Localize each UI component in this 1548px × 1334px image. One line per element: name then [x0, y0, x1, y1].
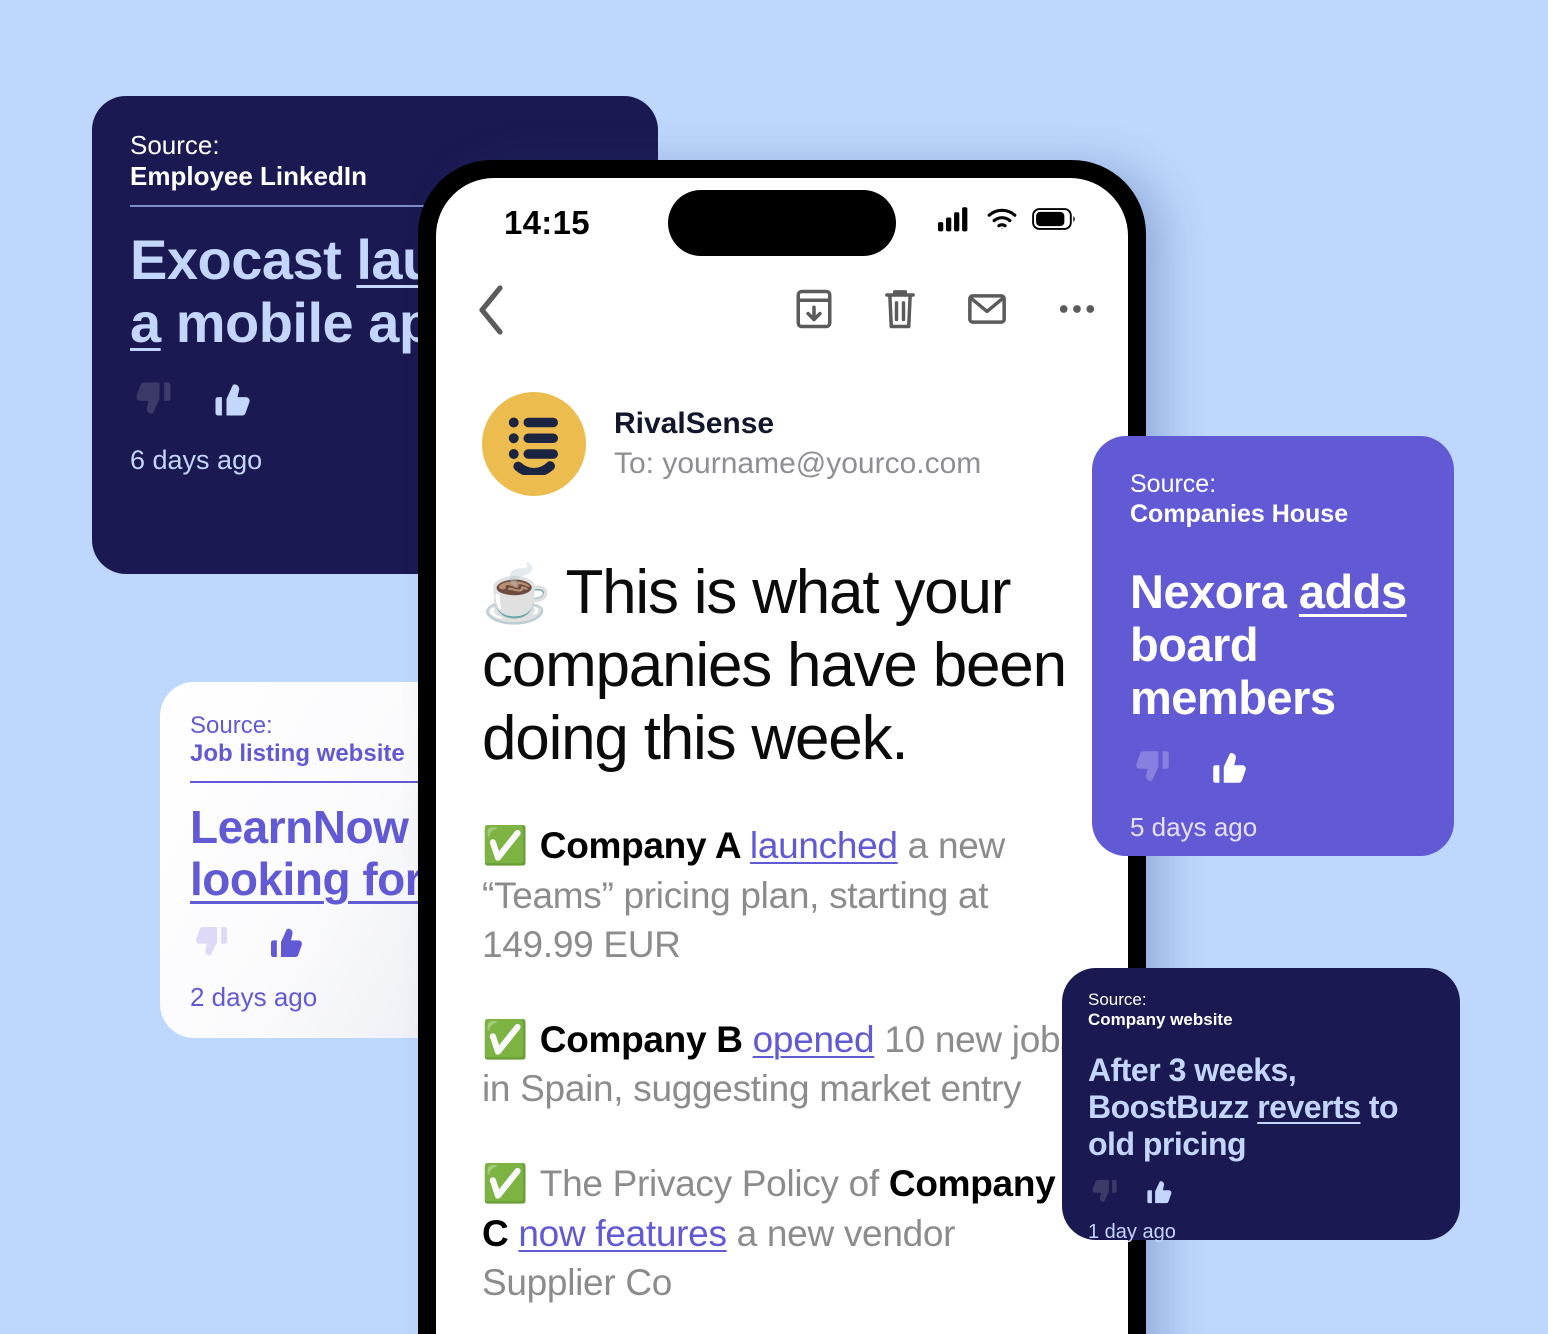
dynamic-island: [668, 190, 896, 256]
thumbs-down-icon[interactable]: [130, 377, 178, 421]
thumbs-down-icon[interactable]: [190, 922, 234, 962]
trash-icon[interactable]: [882, 288, 918, 335]
headline-part-underlined: reverts: [1257, 1088, 1361, 1125]
bullet-text: The Privacy Policy of: [539, 1163, 889, 1205]
card-reactions: [190, 922, 428, 962]
card-source-label: Source:: [1088, 990, 1147, 1009]
card-source-name: Company website: [1088, 1010, 1233, 1030]
thumbs-up-icon[interactable]: [1206, 746, 1252, 788]
signal-bars-icon: [938, 206, 972, 237]
phone-mockup: 14:15 RivalSense To: yourname@yourco.com…: [418, 160, 1146, 1334]
card-timestamp: 2 days ago: [190, 981, 318, 1012]
thumbs-up-icon[interactable]: [1142, 1176, 1176, 1207]
bullet-link[interactable]: launched: [750, 825, 898, 866]
toolbar-actions: [794, 288, 1098, 335]
sender-details: RivalSense To: yourname@yourco.com: [614, 407, 981, 481]
headline-part-underlined: looking for: [190, 853, 423, 906]
card-reactions: [1088, 1176, 1434, 1207]
avatar: [482, 392, 586, 496]
card-divider: [190, 780, 428, 783]
phone-screen: 14:15 RivalSense To: yourname@yourco.com…: [436, 178, 1128, 1334]
headline-part: board members: [1130, 618, 1336, 725]
chevron-left-icon[interactable]: [472, 282, 512, 343]
card-reactions: [1130, 746, 1416, 788]
card-headline: Nexora adds board members: [1130, 565, 1416, 724]
card-source-name: Job listing website: [190, 740, 405, 768]
news-card-boostbuzz[interactable]: Source: Company website After 3 weeks, B…: [1062, 968, 1460, 1243]
bullet-link[interactable]: now features: [518, 1213, 727, 1254]
status-bar: 14:15: [436, 178, 1128, 274]
status-time: 14:15: [504, 204, 590, 241]
thumbs-up-icon[interactable]: [208, 377, 256, 421]
bullet-text: [508, 1213, 518, 1254]
sender-name: RivalSense: [614, 407, 775, 440]
email-sender-row: RivalSense To: yourname@yourco.com: [436, 366, 1128, 496]
thumbs-down-icon[interactable]: [1130, 746, 1176, 788]
email-bullet-2: ✅ Company B opened 10 new jobs in Spain, …: [482, 1015, 1082, 1113]
check-icon: ✅: [482, 1163, 528, 1205]
card-source-label: Source:: [1130, 470, 1217, 498]
archive-icon[interactable]: [794, 288, 834, 335]
thumbs-up-icon[interactable]: [264, 922, 308, 962]
wifi-icon: [986, 206, 1018, 237]
check-icon: ✅: [482, 825, 528, 867]
rivalsense-list-smile-icon: [501, 409, 567, 480]
card-source-label: Source:: [130, 130, 220, 160]
mail-toolbar: [436, 274, 1128, 366]
card-headline: After 3 weeks, BoostBuzz reverts to old …: [1088, 1052, 1434, 1162]
bullet-bold: Company B: [539, 1019, 753, 1061]
sender-recipient: To: yourname@yourco.com: [614, 447, 982, 480]
email-bullet-1: ✅ Company A launched a new “Teams” pricin…: [482, 821, 1082, 969]
card-source: Source: Companies House: [1130, 470, 1416, 529]
envelope-icon[interactable]: [966, 288, 1008, 335]
headline-part: Nexora: [1130, 565, 1299, 618]
email-bullet-3: ✅ The Privacy Policy of Company C now fea…: [482, 1159, 1082, 1307]
email-body: ☕ This is what your companies have been …: [436, 496, 1128, 1307]
bullet-link[interactable]: opened: [753, 1019, 875, 1060]
card-source: Source: Company website: [1088, 990, 1434, 1030]
news-card-learnnow[interactable]: Source: Job listing website LearnNow is …: [160, 682, 462, 1038]
email-headline-text: This is what your companies have been do…: [482, 558, 1067, 774]
headline-part-underlined: adds: [1298, 565, 1407, 618]
thumbs-down-icon[interactable]: [1088, 1176, 1122, 1207]
bullet-bold: Company A: [539, 825, 750, 867]
coffee-icon: ☕: [482, 562, 552, 625]
battery-icon: [1032, 206, 1076, 237]
status-indicators: [938, 206, 1076, 237]
card-headline: LearnNow is looking for: [190, 801, 459, 906]
card-source-name: Companies House: [1130, 499, 1349, 528]
check-icon: ✅: [482, 1019, 528, 1061]
email-headline: ☕ This is what your companies have been …: [482, 556, 1082, 775]
card-source: Source: Job listing website: [190, 712, 428, 769]
more-horizontal-icon[interactable]: [1056, 288, 1098, 335]
headline-part: Exocast: [130, 228, 357, 292]
card-source-label: Source:: [190, 712, 273, 739]
card-timestamp: 1 day ago: [1088, 1221, 1176, 1244]
screenshot-stage: Source: Employee LinkedIn Exocast launch…: [0, 0, 1548, 1334]
news-card-nexora[interactable]: Source: Companies House Nexora adds boar…: [1092, 436, 1454, 856]
card-timestamp: 5 days ago: [1130, 812, 1258, 843]
